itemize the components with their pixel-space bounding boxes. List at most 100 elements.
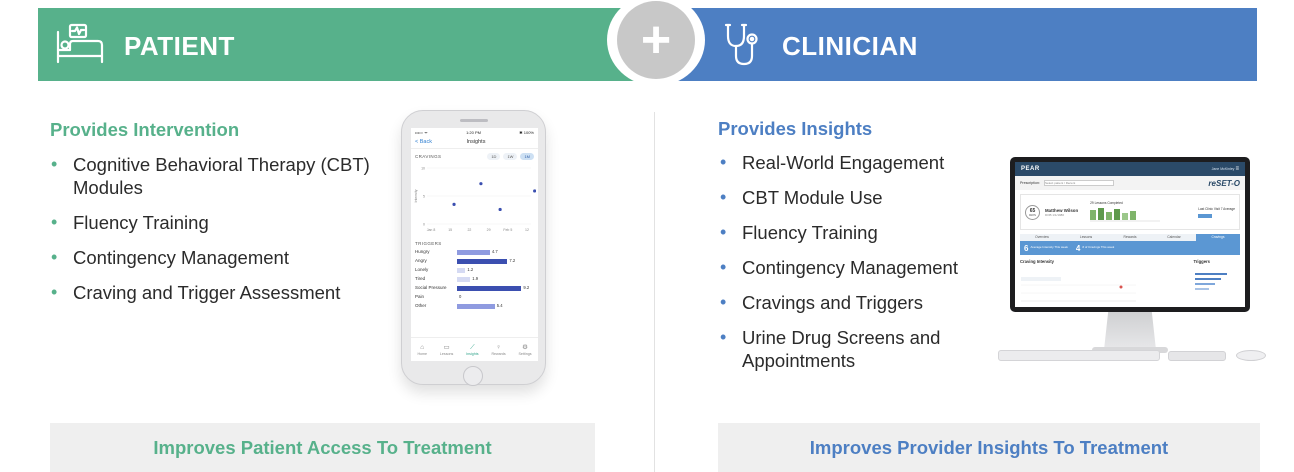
bullet-dot: • — [51, 247, 58, 267]
tab-settings[interactable]: ⚙ Settings — [519, 344, 532, 356]
desktop-top-bar: PEAR Jane McKinley ≡ — [1015, 162, 1245, 176]
tab-label: Rewards — [491, 351, 506, 356]
bullet-text: Real-World Engagement — [742, 152, 945, 173]
cravings-sections: Craving Intensity Triggers — [1020, 259, 1240, 264]
stat-number: 4 — [1075, 243, 1081, 253]
desktop-screen: PEAR Jane McKinley ≡ Prescription: Selec… — [1015, 162, 1245, 307]
bullet-text: Fluency Training — [742, 222, 878, 243]
list-item: • Urine Drug Screens and Appointments — [720, 326, 992, 372]
range-option-1m[interactable]: 1M — [520, 153, 534, 160]
bullet-dot: • — [51, 282, 58, 302]
status-time: 1:20 PM — [466, 130, 481, 135]
trigger-name: Angry — [415, 258, 427, 263]
insights-icon: ⟋ — [470, 343, 475, 351]
patient-section-title: Provides Intervention — [50, 119, 240, 140]
last-visit-label: Last Clinic Visit 7 Average — [1198, 206, 1235, 211]
trigger-bar — [457, 276, 471, 282]
tab-label: Lessons — [439, 351, 454, 356]
x-tick-label: 29 — [487, 228, 491, 232]
list-item: • Cravings and Triggers — [720, 291, 992, 314]
cravings-chart: 10 5 0 Intensity Jan 8 15 22 29 Feb 5 12 — [414, 167, 536, 232]
clinician-banner-title: CLINICIAN — [782, 31, 918, 61]
menu-icon[interactable]: ≡ — [1235, 166, 1239, 172]
list-item: • Craving and Trigger Assessment — [51, 281, 373, 304]
prescription-bar: Prescription: Select patient / Recent re… — [1015, 176, 1245, 190]
tab-lessons[interactable]: ▭ Lessons — [440, 344, 453, 356]
patient-name: Matthew Wilson — [1045, 207, 1079, 213]
trigger-row: Tired 1.9 — [411, 275, 538, 284]
desktop-monitor-mockup: PEAR Jane McKinley ≡ Prescription: Selec… — [1010, 157, 1250, 312]
trigger-row: Pain 0 — [411, 293, 538, 302]
desktop-tab-calendar[interactable]: Calendar — [1152, 234, 1196, 241]
patient-card: 65 DAYS Matthew Wilson DOB 1/1/1980 29 L… — [1020, 194, 1240, 230]
desktop-tabs: Overview Lessons Rewards Calendar Cravings — [1020, 234, 1240, 241]
desktop-tab-lessons[interactable]: Lessons — [1064, 234, 1108, 241]
stethoscope-icon — [724, 22, 764, 73]
craving-point — [498, 207, 502, 212]
bullet-text: CBT Module Use — [742, 187, 883, 208]
battery-indicator: ✱ 100% — [519, 130, 534, 135]
trigger-bar — [457, 267, 466, 273]
trigger-name: Pain — [415, 294, 425, 299]
rewards-icon: ♀ — [496, 343, 501, 351]
trigger-row: Lonely 1.2 — [411, 266, 538, 275]
bullet-dot: • — [720, 292, 727, 312]
view-button[interactable] — [1198, 213, 1213, 218]
trigger-value: 1.9 — [472, 276, 479, 281]
list-item: • Real-World Engagement — [720, 151, 992, 174]
craving-point — [452, 202, 456, 206]
tab-home[interactable]: ⌂ Home — [417, 344, 427, 356]
lessons-label: 29 Lessons Completed — [1090, 200, 1123, 205]
x-tick-label: 15 — [448, 228, 452, 232]
stat-label: Average Intensity This week — [1030, 245, 1068, 250]
brand-logo: PEAR — [1021, 166, 1040, 172]
lessons-icon: ▭ — [443, 343, 450, 351]
mouse — [1236, 350, 1266, 361]
desktop-tab-overview[interactable]: Overview — [1020, 234, 1064, 241]
trigger-row: Social Pressure 9.2 — [411, 284, 538, 293]
range-option-1w[interactable]: 1W — [503, 153, 518, 160]
list-item: • Contingency Management — [720, 256, 992, 279]
trigger-bar — [457, 249, 490, 255]
bullet-text: Cognitive Behavioral Therapy (CBT) Modul… — [73, 154, 370, 198]
hospital-bed-icon — [54, 22, 106, 69]
tab-label: Home — [417, 351, 428, 356]
craving-intensity-title: Craving Intensity — [1020, 259, 1054, 264]
range-option-1d[interactable]: 1D — [487, 153, 501, 160]
trigger-bar — [457, 285, 522, 291]
trigger-value: 7.2 — [509, 258, 516, 263]
patient-banner: PATIENT — [38, 8, 658, 81]
clinician-bullet-list: • Real-World Engagement • CBT Module Use •… — [720, 151, 992, 384]
cravings-header: CRAVINGS 1D 1W 1M — [411, 149, 538, 162]
home-icon: ⌂ — [420, 343, 425, 351]
triggers-label: TRIGGERS — [415, 241, 442, 246]
plus-icon: + — [617, 1, 695, 79]
tab-label: Insights — [466, 351, 479, 356]
bullet-dot: • — [720, 222, 727, 242]
triggers-title: Triggers — [1193, 259, 1210, 264]
monitor-stand — [1104, 312, 1156, 350]
trigger-value: 5.4 — [496, 303, 503, 308]
settings-icon: ⚙ — [522, 343, 528, 351]
y-tick-label: 0 — [423, 223, 425, 227]
phone-screen: ••••○ ᯤ 1:20 PM ✱ 100% < Back Insights C… — [411, 128, 538, 361]
phone-tab-bar: ⌂ Home ▭ Lessons ⟋ Insights ♀ Rewards ⚙ Settings — [411, 337, 538, 361]
back-button[interactable]: < Back — [415, 139, 432, 145]
prescription-select[interactable]: Select patient / Recent — [1044, 180, 1115, 186]
tab-rewards[interactable]: ♀ Rewards — [491, 344, 505, 356]
trigger-bar — [457, 258, 508, 264]
craving-intensity-chart — [1021, 277, 1136, 302]
desktop-tab-cravings[interactable]: Cravings — [1196, 234, 1240, 241]
bullet-text: Craving and Trigger Assessment — [73, 282, 341, 303]
bullet-text: Contingency Management — [73, 247, 289, 268]
bullet-dot: • — [720, 257, 727, 277]
trigger-value: 4.7 — [491, 249, 498, 254]
tab-insights[interactable]: ⟋ Insights — [466, 344, 478, 356]
triggers-list: Hungry 4.7 Angry 7.2 Lonely 1.2 Tired 1.9 Social… — [411, 248, 538, 311]
range-selector: 1D 1W 1M — [487, 153, 534, 160]
desktop-tab-rewards[interactable]: Rewards — [1108, 234, 1152, 241]
phone-mockup: ••••○ ᯤ 1:20 PM ✱ 100% < Back Insights C… — [401, 110, 546, 386]
keyboard — [998, 350, 1160, 361]
list-item: • Cognitive Behavioral Therapy (CBT) Modu… — [51, 153, 373, 199]
craving-point — [479, 182, 483, 186]
